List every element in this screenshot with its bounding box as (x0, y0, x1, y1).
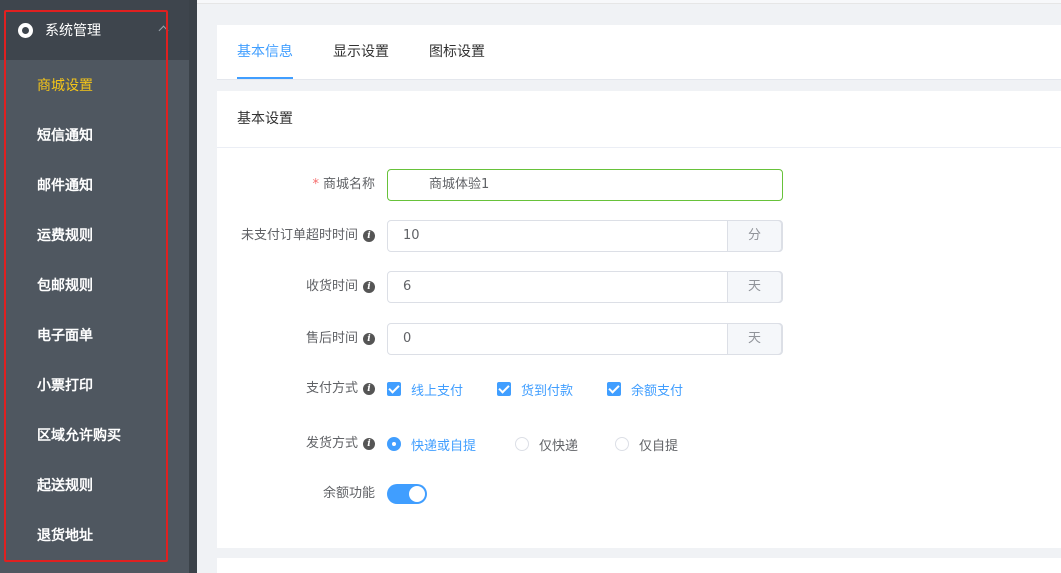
tab-icon-settings[interactable]: 图标设置 (429, 25, 485, 80)
checkbox-checked-icon (607, 382, 621, 396)
tab-display-settings[interactable]: 显示设置 (333, 25, 389, 80)
receive-time-label: 收货时间 (305, 279, 358, 294)
toggle-knob (409, 486, 425, 502)
radio-unselected-icon (515, 437, 529, 451)
unit-days: 天 (727, 271, 782, 303)
form-row-delivery: 发货方式 i 快递或自提 仅快递 仅自提 (217, 428, 1061, 460)
info-icon[interactable]: i (363, 438, 375, 450)
sidebar-group-label: 系统管理 (45, 23, 101, 39)
checkbox-checked-icon (497, 382, 511, 396)
delivery-express-or-pickup-radio[interactable]: 快递或自提 (387, 428, 476, 460)
unit-days: 天 (727, 323, 782, 355)
sidebar-item-electronic-waybill[interactable]: 电子面单 (0, 310, 189, 360)
sidebar-item-shop-settings[interactable]: 商城设置 (0, 60, 189, 110)
delivery-pickup-only-radio[interactable]: 仅自提 (615, 428, 678, 460)
info-icon[interactable]: i (363, 281, 375, 293)
sidebar-item-email-notice[interactable]: 邮件通知 (0, 160, 189, 210)
sidebar-item-sms-notice[interactable]: 短信通知 (0, 110, 189, 160)
checkbox-checked-icon (387, 382, 401, 396)
form-row-balance: 余额功能 (217, 478, 1061, 510)
sidebar: 系统管理 商城设置 短信通知 邮件通知 运费规则 包邮规则 电子面单 小票打印 … (0, 0, 189, 573)
radio-unselected-icon (615, 437, 629, 451)
sidebar-scrollbar[interactable] (189, 0, 197, 573)
tab-basic-info[interactable]: 基本信息 (237, 25, 293, 80)
form-row-unpaid-timeout: 未支付订单超时时间 i 10 分 (217, 220, 1061, 252)
settings-form-card: 基本设置 * 商城名称 商城体验1 未支付订单超时时间 i 10 分 收货时间 … (217, 91, 1061, 548)
chevron-up-icon (158, 25, 169, 36)
delivery-label: 发货方式 (305, 436, 358, 451)
gear-icon (18, 22, 33, 38)
section-title: 基本设置 (217, 91, 1061, 148)
receive-time-input[interactable]: 6 天 (387, 271, 783, 303)
aftersale-time-input[interactable]: 0 天 (387, 323, 783, 355)
form-row-receive-time: 收货时间 i 6 天 (217, 271, 1061, 303)
sidebar-item-min-delivery-rules[interactable]: 起送规则 (0, 460, 189, 510)
next-card (217, 558, 1061, 573)
info-icon[interactable]: i (363, 230, 375, 242)
unpaid-timeout-label: 未支付订单超时时间 (240, 228, 358, 243)
aftersale-time-value: 0 (403, 331, 412, 346)
payment-online-checkbox[interactable]: 线上支付 (387, 373, 463, 405)
unpaid-timeout-input[interactable]: 10 分 (387, 220, 783, 252)
info-icon[interactable]: i (363, 383, 375, 395)
payment-balance-checkbox[interactable]: 余额支付 (607, 373, 683, 405)
delivery-express-only-radio[interactable]: 仅快递 (515, 428, 578, 460)
top-divider (197, 0, 1061, 4)
form-row-aftersale-time: 售后时间 i 0 天 (217, 323, 1061, 355)
shop-name-input[interactable]: 商城体验1 (387, 169, 783, 201)
balance-toggle[interactable] (387, 484, 427, 504)
unpaid-timeout-value: 10 (403, 228, 420, 243)
unit-minutes: 分 (727, 220, 782, 252)
sidebar-item-receipt-printing[interactable]: 小票打印 (0, 360, 189, 410)
required-asterisk: * (312, 177, 319, 192)
tab-active-indicator (237, 77, 293, 79)
info-icon[interactable]: i (363, 333, 375, 345)
tabs-bar: 基本信息 显示设置 图标设置 (217, 25, 1061, 80)
aftersale-time-label: 售后时间 (305, 331, 358, 346)
form-row-payment: 支付方式 i 线上支付 货到付款 余额支付 (217, 373, 1061, 405)
payment-cod-checkbox[interactable]: 货到付款 (497, 373, 573, 405)
payment-label: 支付方式 (305, 381, 358, 396)
shop-name-label: 商城名称 (322, 177, 375, 192)
form-row-shop-name: * 商城名称 商城体验1 (217, 169, 1061, 201)
radio-selected-icon (387, 437, 401, 451)
sidebar-item-free-shipping-rules[interactable]: 包邮规则 (0, 260, 189, 310)
sidebar-item-region-purchase[interactable]: 区域允许购买 (0, 410, 189, 460)
sidebar-item-return-address[interactable]: 退货地址 (0, 510, 189, 560)
balance-label: 余额功能 (322, 486, 375, 501)
sidebar-item-freight-rules[interactable]: 运费规则 (0, 210, 189, 260)
receive-time-value: 6 (403, 279, 412, 294)
sidebar-group-system-management[interactable]: 系统管理 (0, 0, 189, 60)
